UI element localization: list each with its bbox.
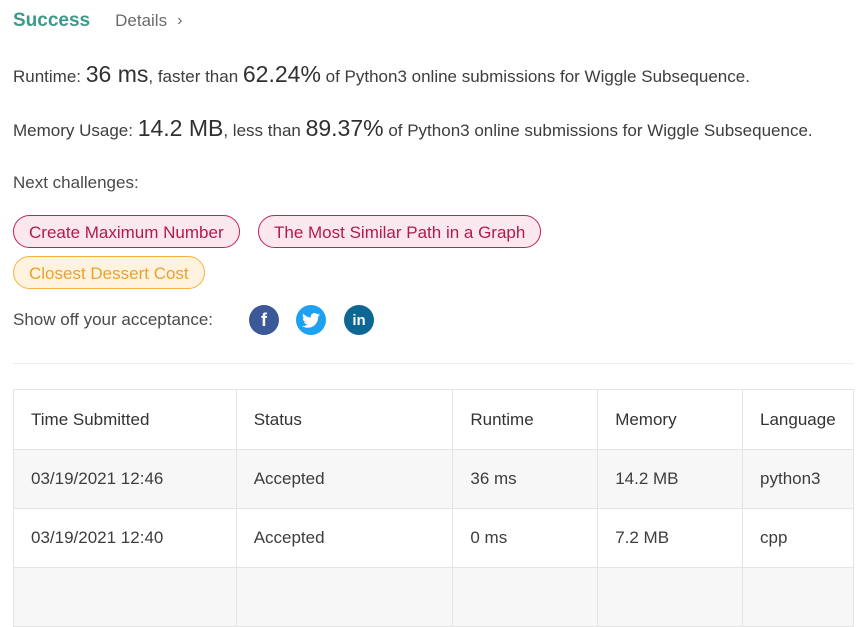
details-label: Details: [115, 11, 168, 30]
chevron-right-icon: ›: [177, 12, 183, 29]
next-challenges-label: Next challenges:: [13, 173, 139, 192]
table-row: 03/19/2021 12:46 Accepted 36 ms 14.2 MB …: [13, 449, 854, 509]
table-row: 03/19/2021 12:40 Accepted 0 ms 7.2 MB cp…: [13, 508, 854, 568]
share-label: Show off your acceptance:: [13, 310, 214, 329]
header-time-submitted[interactable]: Time Submitted: [13, 389, 237, 450]
runtime-value: 36 ms: [85, 61, 149, 87]
time-submitted-cell: 03/19/2021 12:46: [13, 449, 237, 509]
memory-value: 14.2 MB: [137, 115, 224, 141]
header-memory[interactable]: Memory: [597, 389, 744, 450]
language-cell: cpp: [742, 508, 854, 568]
time-submitted-cell: 03/19/2021 12:40: [13, 508, 237, 568]
twitter-icon[interactable]: [296, 305, 326, 335]
runtime-summary: Runtime: 36 ms, faster than 62.24% of Py…: [13, 61, 750, 88]
linkedin-icon[interactable]: in: [344, 305, 374, 335]
memory-percent: 89.37%: [305, 115, 384, 141]
twitter-bird-glyph: [302, 312, 320, 328]
status-accepted-link[interactable]: Accepted: [235, 508, 454, 568]
header-runtime[interactable]: Runtime: [452, 389, 599, 450]
language-cell: python3: [742, 449, 854, 509]
memory-prefix: Memory Usage:: [13, 121, 138, 140]
runtime-cell: 0 ms: [452, 508, 599, 568]
challenge-chip-most-similar-path[interactable]: The Most Similar Path in a Graph: [258, 215, 542, 248]
status-accepted-link[interactable]: Accepted: [235, 449, 454, 509]
table-row-partial: [13, 567, 854, 627]
challenge-chip-closest-dessert-cost[interactable]: Closest Dessert Cost: [13, 256, 205, 289]
runtime-middle: , faster than: [148, 67, 243, 86]
submissions-table: Time Submitted Status Runtime Memory Lan…: [13, 389, 854, 627]
memory-summary: Memory Usage: 14.2 MB, less than 89.37% …: [13, 115, 813, 142]
challenge-chip-create-maximum-number[interactable]: Create Maximum Number: [13, 215, 240, 248]
table-header-row: Time Submitted Status Runtime Memory Lan…: [13, 389, 854, 450]
runtime-prefix: Runtime:: [13, 67, 86, 86]
runtime-cell: 36 ms: [452, 449, 599, 509]
status-success-label: Success: [13, 10, 91, 31]
memory-cell: 14.2 MB: [597, 449, 744, 509]
runtime-percent: 62.24%: [242, 61, 321, 87]
memory-cell: 7.2 MB: [597, 508, 744, 568]
section-divider: [13, 363, 854, 364]
result-header: Success Details ›: [13, 10, 182, 32]
runtime-suffix: of Python3 online submissions for Wiggle…: [320, 67, 750, 86]
memory-suffix: of Python3 online submissions for Wiggle…: [383, 121, 813, 140]
facebook-icon[interactable]: f: [249, 305, 279, 335]
memory-middle: , less than: [223, 121, 306, 140]
header-language[interactable]: Language: [742, 389, 854, 450]
details-link[interactable]: Details ›: [115, 11, 182, 31]
header-status[interactable]: Status: [235, 389, 454, 450]
